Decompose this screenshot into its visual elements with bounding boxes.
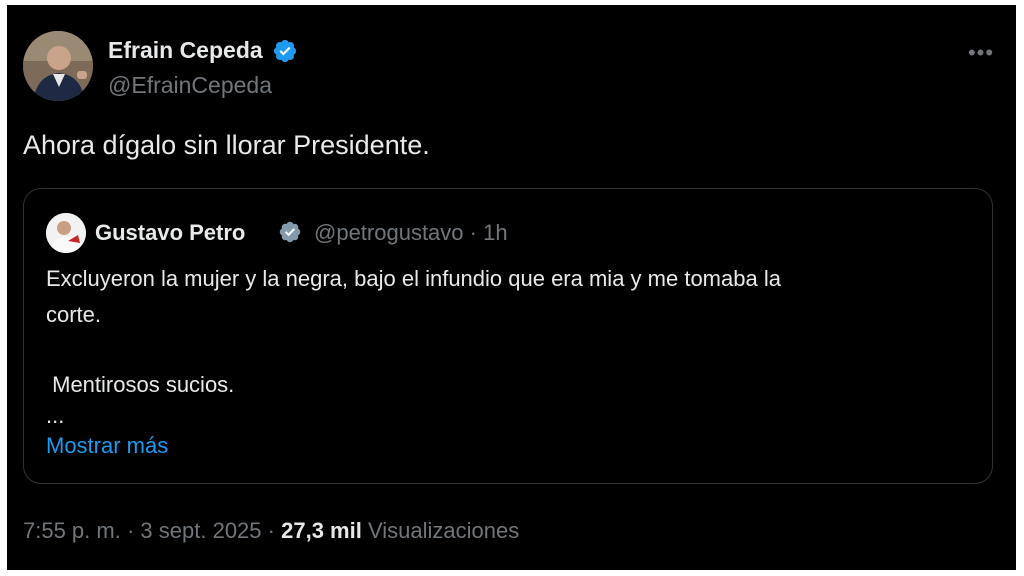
- quoted-line: Mentirosos sucios.: [46, 372, 235, 397]
- quoted-line: Excluyeron la mujer y la negra, bajo el …: [46, 266, 781, 291]
- quoted-tweet[interactable]: Gustavo Petro @petrogustavo · 1h Excluye…: [23, 188, 993, 484]
- footer-separator: ·: [126, 518, 135, 543]
- quoted-text: Excluyeron la mujer y la negra, bajo el …: [46, 261, 966, 429]
- quoted-meta: @petrogustavo · 1h: [314, 220, 508, 246]
- verified-badge-icon: [272, 38, 298, 64]
- verified-badge-gray-icon: [278, 220, 302, 244]
- author-avatar[interactable]: [23, 31, 93, 101]
- quoted-line: corte.: [46, 302, 102, 327]
- footer-separator: ·: [267, 518, 275, 543]
- tweet-card: Efrain Cepeda @EfrainCepeda ••• Ahora dí…: [7, 5, 1016, 570]
- author-handle[interactable]: @EfrainCepeda: [108, 72, 298, 99]
- quoted-line: ...: [46, 403, 65, 428]
- more-options-button[interactable]: •••: [963, 41, 999, 65]
- tweet-header: Efrain Cepeda @EfrainCepeda •••: [23, 31, 1003, 105]
- author-names: Efrain Cepeda @EfrainCepeda: [108, 37, 298, 99]
- tweet-text: Ahora dígalo sin llorar Presidente.: [23, 130, 430, 160]
- tweet-footer: 7:55 p. m. · 3 sept. 2025 · 27,3 mil Vis…: [23, 518, 519, 544]
- tweet-time[interactable]: 7:55 p. m.: [23, 518, 121, 543]
- quoted-separator: ·: [469, 220, 477, 245]
- quoted-handle[interactable]: @petrogustavo: [314, 220, 464, 245]
- author-display-name[interactable]: Efrain Cepeda: [108, 37, 263, 64]
- quoted-time[interactable]: 1h: [483, 220, 507, 245]
- views-count: 27,3 mil: [281, 518, 362, 543]
- more-horizontal-icon: •••: [967, 40, 995, 65]
- tweet-date[interactable]: 3 sept. 2025: [140, 518, 261, 543]
- views-label: Visualizaciones: [367, 518, 520, 543]
- quoted-display-name[interactable]: Gustavo Petro: [95, 220, 245, 246]
- quoted-avatar[interactable]: [46, 213, 86, 253]
- show-more-link[interactable]: Mostrar más: [46, 433, 168, 459]
